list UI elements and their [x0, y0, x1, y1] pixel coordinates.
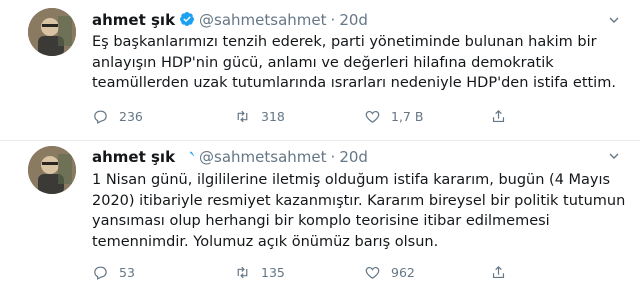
tweet-actions: 236 318 1,7 B — [92, 106, 612, 126]
avatar[interactable] — [28, 8, 76, 56]
tweet[interactable]: ahmet şık @sahmetsahmet · 20d 1 Nisan günü,… — [0, 140, 640, 296]
share-icon — [492, 265, 505, 278]
tweet-text: Eş başkanlarımızı tenzih ederek, parti y… — [92, 34, 616, 91]
tweet-actions: 53 135 962 — [92, 262, 612, 282]
tweet-header: ahmet şık @sahmetsahmet · 20d — [92, 147, 368, 167]
like-icon — [365, 266, 380, 279]
verified-badge-icon — [180, 12, 195, 26]
share-button[interactable] — [490, 262, 517, 282]
retweet-button[interactable]: 135 — [234, 262, 285, 282]
reply-icon — [94, 266, 107, 280]
tweet-text: 1 Nisan günü, ilgililerine iletmiş olduğ… — [92, 172, 626, 250]
separator-dot: · — [330, 148, 336, 166]
retweet-count: 318 — [261, 108, 285, 124]
share-button[interactable] — [490, 106, 517, 126]
author-handle[interactable]: @sahmetsahmet — [199, 148, 326, 166]
retweet-count: 135 — [261, 264, 285, 280]
tweet-time[interactable]: 20d — [339, 11, 368, 29]
like-button[interactable]: 962 — [364, 262, 415, 282]
chevron-down-icon[interactable] — [606, 148, 622, 164]
separator-dot: · — [330, 11, 336, 29]
reply-count: 53 — [119, 264, 135, 280]
like-button[interactable]: 1,7 B — [364, 106, 423, 126]
retweet-icon — [237, 110, 248, 122]
author-name[interactable]: ahmet şık — [92, 11, 175, 29]
verified-badge-icon — [183, 151, 195, 159]
retweet-icon — [237, 266, 248, 278]
avatar[interactable] — [28, 146, 76, 194]
chevron-down-icon[interactable] — [606, 12, 622, 28]
like-count: 1,7 B — [391, 108, 424, 124]
tweet-time[interactable]: 20d — [339, 148, 368, 166]
tweet[interactable]: ahmet şık @sahmetsahmet · 20d Eş başkanları… — [0, 0, 640, 140]
reply-button[interactable]: 53 — [92, 262, 135, 282]
author-name[interactable]: ahmet şık — [92, 148, 175, 166]
share-icon — [492, 109, 505, 122]
retweet-button[interactable]: 318 — [234, 106, 285, 126]
like-icon — [365, 110, 380, 123]
reply-button[interactable]: 236 — [92, 106, 143, 126]
reply-icon — [94, 110, 107, 124]
like-count: 962 — [391, 264, 415, 280]
reply-count: 236 — [119, 108, 143, 124]
tweet-header: ahmet şık @sahmetsahmet · 20d — [92, 10, 368, 30]
author-handle[interactable]: @sahmetsahmet — [199, 11, 326, 29]
